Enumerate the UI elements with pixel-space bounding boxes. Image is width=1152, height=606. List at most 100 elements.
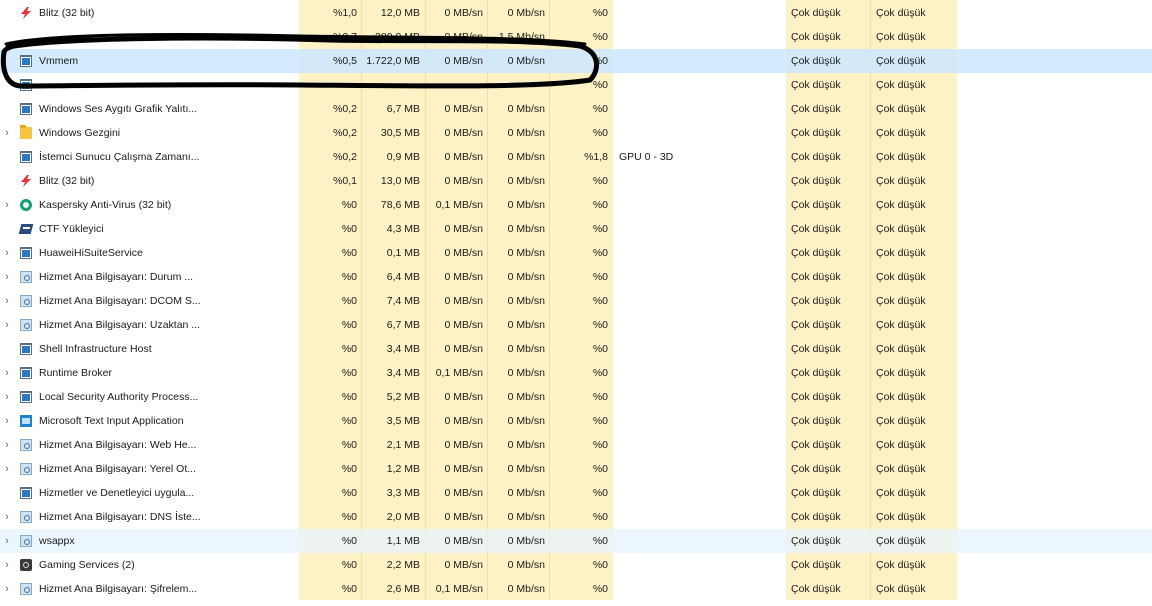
- gpu-engine-value: [619, 241, 739, 265]
- table-row[interactable]: › Hizmet Ana Bilgisayarı: DNS İste... %0 2,…: [0, 505, 1152, 529]
- disk-value: 0 MB/sn: [444, 319, 483, 331]
- network-value: 0 Mb/sn: [507, 415, 545, 427]
- window-icon: [20, 367, 32, 379]
- xbox-icon: [20, 559, 32, 571]
- disk-value: 0 MB/sn: [444, 295, 483, 307]
- power-usage-trend-value: Çok düşük: [876, 175, 926, 187]
- expand-chevron-icon[interactable]: ›: [0, 241, 14, 265]
- process-name: Hizmet Ana Bilgisayarı: Şifrelem...: [39, 583, 198, 595]
- gpu-value: %0: [592, 559, 608, 571]
- process-name: Gaming Services (2): [39, 559, 135, 571]
- expand-chevron-icon[interactable]: ›: [0, 505, 14, 529]
- service-gear-icon: [20, 295, 32, 307]
- table-row[interactable]: Hizmetler ve Denetleyici uygula... %0 3,3 …: [0, 481, 1152, 505]
- table-row[interactable]: Vmmem %0,5 1.722,0 MB 0 MB/sn 0 Mb/sn %0 Çok d…: [0, 49, 1152, 73]
- gpu-value: %0: [592, 175, 608, 187]
- memory-value: 30,5 MB: [380, 127, 420, 139]
- table-row[interactable]: %0,7 280,0 MB 0 MB/sn 1,5 Mb/sn %0 Çok düşük Ç…: [0, 25, 1152, 49]
- power-usage-value: Çok düşük: [791, 511, 841, 523]
- cpu-value: %0: [341, 439, 357, 451]
- gpu-engine-value: [619, 193, 739, 217]
- expand-chevron-icon: [0, 73, 14, 97]
- network-value: 0 Mb/sn: [507, 583, 545, 595]
- network-value: 0 Mb/sn: [507, 391, 545, 403]
- expand-chevron-icon[interactable]: ›: [0, 409, 14, 433]
- power-usage-trend-value: Çok düşük: [876, 247, 926, 259]
- expand-chevron-icon[interactable]: ›: [0, 193, 14, 217]
- process-name: Hizmet Ana Bilgisayarı: DNS İste...: [39, 511, 201, 523]
- gpu-engine-value: [619, 409, 739, 433]
- process-name: Windows Ses Aygıtı Grafik Yalıtı...: [39, 103, 198, 115]
- table-row[interactable]: › Microsoft Text Input Application %0 3,5 M…: [0, 409, 1152, 433]
- cpu-value: %0,1: [333, 175, 357, 187]
- network-value: 0 Mb/sn: [507, 7, 545, 19]
- gpu-value: %0: [592, 439, 608, 451]
- gpu-value: %0: [592, 463, 608, 475]
- power-usage-trend-value: Çok düşük: [876, 7, 926, 19]
- power-usage-trend-value: Çok düşük: [876, 487, 926, 499]
- kaspersky-icon: [20, 199, 32, 211]
- power-usage-trend-value: Çok düşük: [876, 535, 926, 547]
- table-row[interactable]: › Hizmet Ana Bilgisayarı: Web He... %0 2,1 …: [0, 433, 1152, 457]
- table-row[interactable]: › Hizmet Ana Bilgisayarı: DCOM S... %0 7,4 …: [0, 289, 1152, 313]
- cpu-value: %0: [341, 367, 357, 379]
- expand-chevron-icon[interactable]: ›: [0, 121, 14, 145]
- expand-chevron-icon[interactable]: ›: [0, 313, 14, 337]
- memory-value: 3,4 MB: [386, 343, 420, 355]
- table-row[interactable]: › Windows Gezgini %0,2 30,5 MB 0 MB/sn 0 Mb/s…: [0, 121, 1152, 145]
- cpu-value: %0: [341, 271, 357, 283]
- expand-chevron-icon[interactable]: ›: [0, 265, 14, 289]
- process-name: CTF Yükleyici: [39, 223, 104, 235]
- power-usage-value: Çok düşük: [791, 295, 841, 307]
- expand-chevron-icon[interactable]: ›: [0, 553, 14, 577]
- expand-chevron-icon[interactable]: ›: [0, 385, 14, 409]
- table-row[interactable]: › Hizmet Ana Bilgisayarı: Şifrelem... %0 2,…: [0, 577, 1152, 601]
- table-row[interactable]: İstemci Sunucu Çalışma Zamanı... %0,2 0,9 …: [0, 145, 1152, 169]
- gpu-engine-value: [619, 121, 739, 145]
- gpu-value: %0: [592, 199, 608, 211]
- expand-chevron-icon[interactable]: ›: [0, 457, 14, 481]
- window-icon: [20, 79, 32, 91]
- table-row[interactable]: Windows Ses Aygıtı Grafik Yalıtı... %0,2 6…: [0, 97, 1152, 121]
- table-row[interactable]: › Hizmet Ana Bilgisayarı: Yerel Ot... %0 1,…: [0, 457, 1152, 481]
- power-usage-value: Çok düşük: [791, 127, 841, 139]
- table-row[interactable]: › Hizmet Ana Bilgisayarı: Uzaktan ... %0 6,…: [0, 313, 1152, 337]
- expand-chevron-icon[interactable]: ›: [0, 529, 14, 553]
- power-usage-trend-value: Çok düşük: [876, 439, 926, 451]
- memory-value: 1,1 MB: [386, 535, 420, 547]
- table-row[interactable]: › Runtime Broker %0 3,4 MB 0,1 MB/sn 0 Mb/sn%…: [0, 361, 1152, 385]
- gpu-engine-value: [619, 49, 739, 73]
- disk-value: 0 MB/sn: [444, 103, 483, 115]
- table-row[interactable]: Shell Infrastructure Host %0 3,4 MB 0 MB/sn…: [0, 337, 1152, 361]
- table-row[interactable]: CTF Yükleyici %0 4,3 MB 0 MB/sn 0 Mb/sn %0 Çok…: [0, 217, 1152, 241]
- expand-chevron-icon[interactable]: ›: [0, 361, 14, 385]
- power-usage-trend-value: Çok düşük: [876, 151, 926, 163]
- disk-value: 0 MB/sn: [444, 391, 483, 403]
- table-row[interactable]: %0 Çok düşük Çok düşük: [0, 73, 1152, 97]
- table-row[interactable]: › wsappx %0 1,1 MB 0 MB/sn 0 Mb/sn %0 Çok düşük…: [0, 529, 1152, 553]
- window-icon: [20, 103, 32, 115]
- process-name: Kaspersky Anti-Virus (32 bit): [39, 199, 172, 211]
- expand-chevron-icon[interactable]: ›: [0, 289, 14, 313]
- expand-chevron-icon[interactable]: ›: [0, 577, 14, 601]
- power-usage-value: Çok düşük: [791, 103, 841, 115]
- gpu-value: %0: [592, 103, 608, 115]
- table-row[interactable]: Blitz (32 bit) %1,0 12,0 MB 0 MB/sn 0 Mb/sn%…: [0, 1, 1152, 25]
- gpu-engine-value: [619, 457, 739, 481]
- expand-chevron-icon: [0, 145, 14, 169]
- process-name: Hizmet Ana Bilgisayarı: Durum ...: [39, 271, 194, 283]
- power-usage-trend-value: Çok düşük: [876, 199, 926, 211]
- table-row[interactable]: › Local Security Authority Process... %0 5,…: [0, 385, 1152, 409]
- table-row[interactable]: › HuaweiHiSuiteService %0 0,1 MB 0 MB/sn 0 Mb…: [0, 241, 1152, 265]
- cpu-value: %0: [341, 343, 357, 355]
- text-input-app-icon: [20, 415, 32, 427]
- table-row[interactable]: › Kaspersky Anti-Virus (32 bit) %0 78,6 MB 0…: [0, 193, 1152, 217]
- memory-value: 2,1 MB: [386, 439, 420, 451]
- table-row[interactable]: Blitz (32 bit) %0,1 13,0 MB 0 MB/sn 0 Mb/sn%…: [0, 169, 1152, 193]
- table-row[interactable]: › Hizmet Ana Bilgisayarı: Durum ... %0 6,4 …: [0, 265, 1152, 289]
- memory-value: 4,3 MB: [386, 223, 420, 235]
- gpu-value: %0: [592, 55, 608, 67]
- expand-chevron-icon[interactable]: ›: [0, 433, 14, 457]
- table-row[interactable]: › Gaming Services (2) %0 2,2 MB 0 MB/sn 0 Mb/…: [0, 553, 1152, 577]
- cpu-value: %0: [341, 583, 357, 595]
